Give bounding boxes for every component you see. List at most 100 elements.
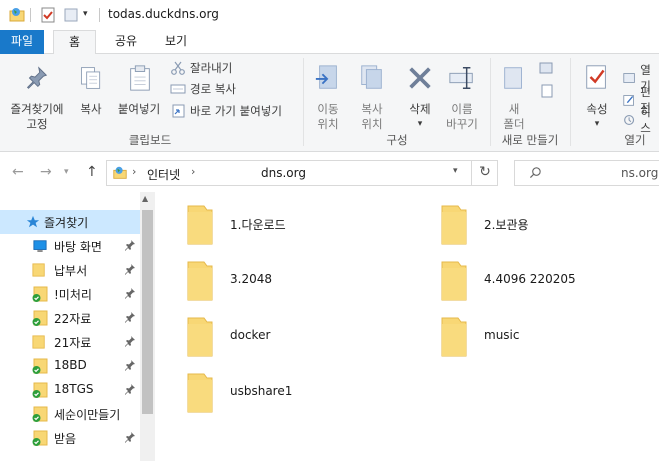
new-folder-line1: 새 bbox=[508, 102, 520, 116]
pin-icon[interactable] bbox=[124, 335, 136, 347]
refresh-icon[interactable]: ↻ bbox=[471, 160, 498, 186]
delete-button[interactable]: 삭제 ▾ bbox=[400, 60, 440, 129]
new-folder-quick-icon[interactable] bbox=[62, 6, 80, 24]
tab-view[interactable]: 보기 bbox=[154, 30, 198, 54]
nav-label: 21자료 bbox=[54, 336, 92, 350]
scissors-icon bbox=[171, 61, 185, 75]
folder-icon bbox=[187, 261, 213, 301]
pin-icon[interactable] bbox=[124, 239, 136, 251]
paste-button[interactable]: 붙여넣기 bbox=[112, 60, 166, 120]
pin-icon[interactable] bbox=[124, 359, 136, 371]
properties-button[interactable]: 속성 ▾ bbox=[576, 60, 618, 129]
properties-label: 속성 bbox=[586, 102, 608, 116]
rename-button[interactable]: 이름 바꾸기 bbox=[440, 60, 484, 131]
folder-item[interactable]: 2.보관용 bbox=[438, 200, 638, 248]
file-list: 1.다운로드 2.보관용 3.2048 4.4096 220205 docker bbox=[160, 192, 659, 461]
nav-item-folder[interactable]: 18TGS bbox=[0, 378, 140, 402]
file-explorer-icon[interactable] bbox=[8, 6, 26, 24]
nav-item-folder[interactable]: !미처리 bbox=[0, 282, 140, 306]
breadcrumb-chevron-icon[interactable]: › bbox=[132, 165, 136, 178]
folder-item[interactable]: docker bbox=[184, 312, 424, 360]
copy-to-line2: 위치 bbox=[361, 117, 383, 131]
recent-dropdown-icon[interactable]: ▾ bbox=[64, 167, 69, 177]
pin-icon[interactable] bbox=[124, 431, 136, 443]
nav-item-folder[interactable]: 18BD bbox=[0, 354, 140, 378]
nav-label: !미처리 bbox=[54, 288, 92, 302]
nav-item-desktop[interactable]: 바탕 화면 bbox=[0, 234, 140, 258]
address-dropdown-icon[interactable]: ▾ bbox=[453, 166, 458, 176]
rename-line2: 바꾸기 bbox=[446, 117, 478, 131]
tab-home[interactable]: 홈 bbox=[53, 30, 96, 55]
breadcrumb-internet[interactable]: 인터넷 bbox=[147, 166, 180, 183]
title-bar: ▾ todas.duckdns.org bbox=[0, 0, 659, 30]
cut-button[interactable]: 잘라내기 bbox=[170, 60, 232, 76]
nav-scrollbar-thumb[interactable] bbox=[142, 210, 153, 414]
copy-path-button[interactable]: 경로 복사 bbox=[170, 81, 236, 97]
folder-item[interactable]: 4.4096 220205 bbox=[438, 256, 638, 304]
search-box[interactable]: ns.org bbox=[514, 160, 659, 186]
nav-label: 세순이만들기 bbox=[54, 408, 121, 422]
delete-x-icon bbox=[409, 67, 431, 89]
folder-name: 1.다운로드 bbox=[230, 218, 286, 232]
group-separator bbox=[490, 58, 491, 146]
customize-quick-access-button[interactable]: ▾ bbox=[83, 9, 88, 19]
nav-item-folder[interactable]: 납부서 bbox=[0, 258, 140, 282]
folder-icon bbox=[441, 317, 467, 357]
breadcrumb-chevron-icon[interactable]: › bbox=[191, 165, 195, 178]
folder-name: music bbox=[484, 328, 520, 342]
nav-item-folder[interactable]: 22자료 bbox=[0, 306, 140, 330]
properties-quick-icon[interactable] bbox=[39, 6, 57, 24]
move-to-line1: 이동 bbox=[317, 102, 339, 116]
nav-item-folder[interactable]: 받음 bbox=[0, 426, 140, 450]
nav-item-folder[interactable]: 세순이만들기 bbox=[0, 402, 140, 426]
folder-icon bbox=[32, 335, 45, 349]
folder-item[interactable]: music bbox=[438, 312, 638, 360]
nav-label: 18BD bbox=[54, 358, 87, 372]
move-to-button[interactable]: 이동 위치 bbox=[308, 60, 348, 131]
pin-icon[interactable] bbox=[124, 263, 136, 275]
open-icon bbox=[623, 73, 635, 83]
easy-access-icon[interactable] bbox=[538, 84, 556, 98]
breadcrumb-host[interactable]: dns.org bbox=[261, 166, 306, 180]
copy-to-line1: 복사 bbox=[361, 102, 383, 116]
pin-icon[interactable] bbox=[124, 311, 136, 323]
copy-path-icon bbox=[170, 84, 186, 94]
pin-icon bbox=[26, 66, 48, 89]
address-bar[interactable]: › 인터넷 › dns.org ▾ bbox=[106, 160, 498, 186]
pin-quick-access-button[interactable]: 즐겨찾기에 고정 bbox=[4, 60, 66, 132]
up-arrow-icon[interactable]: ↑ bbox=[86, 164, 98, 180]
clipboard-group-label: 클립보드 bbox=[128, 133, 172, 147]
folder-sync-icon bbox=[32, 310, 48, 326]
forward-arrow-icon[interactable]: → bbox=[40, 164, 52, 180]
paste-shortcut-label: 바로 가기 붙여넣기 bbox=[190, 104, 282, 118]
folder-item[interactable]: usbshare1 bbox=[184, 368, 424, 416]
folder-name: usbshare1 bbox=[230, 384, 293, 398]
new-folder-line2: 폴더 bbox=[503, 117, 525, 131]
nav-item-quick-access[interactable]: 즐겨찾기 bbox=[0, 210, 140, 234]
search-icon bbox=[529, 167, 541, 179]
pin-icon[interactable] bbox=[124, 383, 136, 395]
tab-share[interactable]: 공유 bbox=[106, 30, 146, 54]
nav-item-folder[interactable]: 21자료 bbox=[0, 330, 140, 354]
pin-icon[interactable] bbox=[124, 287, 136, 299]
copy-to-button[interactable]: 복사 위치 bbox=[352, 60, 392, 131]
copy-button[interactable]: 복사 bbox=[74, 60, 108, 120]
folder-item[interactable]: 1.다운로드 bbox=[184, 200, 424, 248]
delete-dropdown-icon[interactable]: ▾ bbox=[400, 117, 440, 132]
paste-shortcut-button[interactable]: 바로 가기 붙여넣기 bbox=[170, 103, 282, 119]
rename-line1: 이름 bbox=[451, 102, 473, 116]
properties-dropdown-icon[interactable]: ▾ bbox=[576, 117, 618, 132]
back-arrow-icon[interactable]: ← bbox=[12, 164, 24, 180]
folder-sync-icon bbox=[32, 286, 48, 302]
folder-name: 2.보관용 bbox=[484, 218, 529, 232]
folder-sync-icon bbox=[32, 382, 48, 398]
search-location-label: ns.org bbox=[621, 166, 659, 180]
new-folder-button[interactable]: 새 폴더 bbox=[494, 60, 534, 131]
new-item-icon[interactable] bbox=[538, 62, 556, 76]
scroll-up-icon[interactable]: ▲ bbox=[142, 194, 148, 203]
desktop-icon bbox=[33, 240, 47, 252]
folder-item[interactable]: 3.2048 bbox=[184, 256, 424, 304]
folder-sync-icon bbox=[32, 358, 48, 374]
ribbon-home: 즐겨찾기에 고정 복사 붙여넣기 잘라내기 경로 복사 바로 가기 붙여넣기 클… bbox=[0, 54, 659, 152]
open-group-label: 열기 bbox=[624, 133, 646, 147]
